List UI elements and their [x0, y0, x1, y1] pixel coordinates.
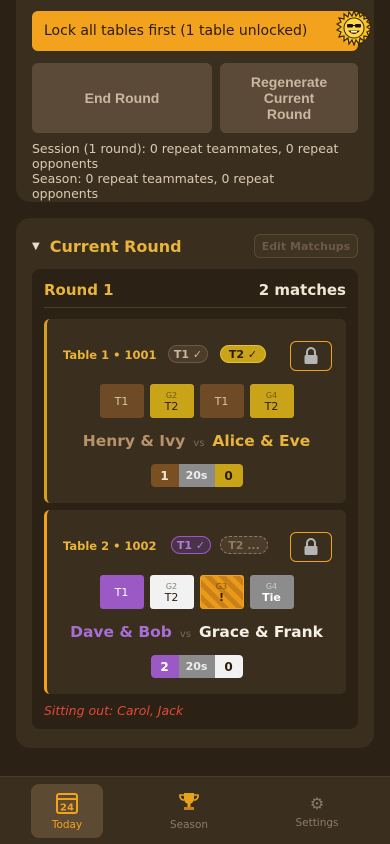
game-3-result[interactable]: T1 [199, 384, 244, 418]
game-2-result[interactable]: G2 T2 [149, 575, 194, 609]
nav-settings[interactable]: ⚙ Settings [281, 784, 353, 838]
match-count: 2 matches [258, 281, 346, 299]
team2-lock-pill[interactable]: T2 ... [220, 536, 268, 554]
calendar-day: 24 [60, 803, 74, 814]
bottom-nav: 24 Today Season ⚙ Settings [0, 776, 390, 844]
lock-warning-banner: Lock all tables first (1 table unlocked) [32, 11, 358, 51]
game-1-result[interactable]: T1 [99, 575, 144, 609]
season-repeat-stats: Season: 0 repeat teammates, 0 repeat opp… [32, 171, 275, 201]
edit-matchups-button[interactable]: Edit Matchups [254, 234, 358, 258]
lock-table-button[interactable] [290, 341, 332, 371]
game-2-result[interactable]: G2 T2 [149, 384, 194, 418]
lock-icon [304, 347, 318, 364]
match-timer: 20s [178, 464, 215, 487]
current-round-toggle[interactable]: ▼ Current Round [32, 234, 182, 258]
end-round-button[interactable]: End Round [32, 63, 212, 133]
lock-table-button[interactable] [290, 532, 332, 562]
matchup: Henry & Ivy vs Alice & Eve [47, 432, 346, 450]
team1-name: Henry & Ivy [82, 432, 186, 450]
gear-icon: ⚙ [309, 793, 325, 813]
round-name: Round 1 [44, 281, 114, 299]
table-label: Table 1 • 1001 [63, 348, 157, 362]
game-3-pending[interactable]: G3 ! [199, 575, 244, 609]
team1-lock-pill[interactable]: T1 ✓ [171, 536, 211, 554]
match-timer: 20s [178, 655, 215, 678]
team1-lock-pill[interactable]: T1 ✓ [168, 345, 208, 363]
regenerate-round-button[interactable]: Regenerate Current Round [220, 63, 358, 133]
team2-lock-pill[interactable]: T2 ✓ [220, 345, 266, 363]
match-card-table-2: Table 2 • 1002 T1 ✓ T2 ... T1 G2 T2 G3 !… [44, 510, 346, 694]
lock-warning-text: Lock all tables first (1 table unlocked) [44, 23, 308, 39]
team2-name: Alice & Eve [212, 432, 311, 450]
trophy-icon [179, 793, 199, 810]
sitting-out-text: Sitting out: Carol, Jack [44, 703, 184, 718]
sun-mascot-icon [336, 10, 372, 46]
match-card-table-1: Table 1 • 1001 T1 ✓ T2 ✓ T1 G2 T2 T1 G4 … [44, 319, 346, 503]
game-4-result[interactable]: G4 Tie [249, 575, 294, 609]
nav-season[interactable]: Season [153, 784, 225, 838]
game-4-result[interactable]: G4 T2 [249, 384, 294, 418]
vs-label: vs [193, 438, 205, 449]
matchup: Dave & Bob vs Grace & Frank [47, 623, 346, 641]
team2-score: 0 [214, 655, 243, 678]
lock-icon [304, 538, 318, 555]
nav-today-label: Today [51, 819, 83, 831]
table-label: Table 2 • 1002 [63, 539, 157, 553]
game-results: T1 G2 T2 G3 ! G4 Tie [47, 575, 346, 609]
team2-score: 0 [214, 464, 243, 487]
team1-score: 1 [150, 464, 179, 487]
session-repeat-stats: Session (1 round): 0 repeat teammates, 0… [32, 141, 339, 171]
nav-settings-label: Settings [295, 816, 339, 829]
current-round-title: Current Round [49, 236, 182, 256]
calendar-icon: 24 [56, 793, 78, 814]
chevron-down-icon: ▼ [32, 240, 40, 252]
nav-season-label: Season [169, 819, 209, 831]
vs-label: vs [179, 629, 192, 640]
round-header: Round 1 2 matches [44, 281, 346, 308]
nav-today[interactable]: 24 Today [31, 784, 103, 838]
game-1-result[interactable]: T1 [99, 384, 144, 418]
team2-name: Grace & Frank [199, 623, 323, 641]
score-bar: 2 20s 0 [47, 655, 346, 678]
team1-score: 2 [150, 655, 179, 678]
game-results: T1 G2 T2 T1 G4 T2 [47, 384, 346, 418]
team1-name: Dave & Bob [70, 623, 172, 641]
score-bar: 1 20s 0 [47, 464, 346, 487]
